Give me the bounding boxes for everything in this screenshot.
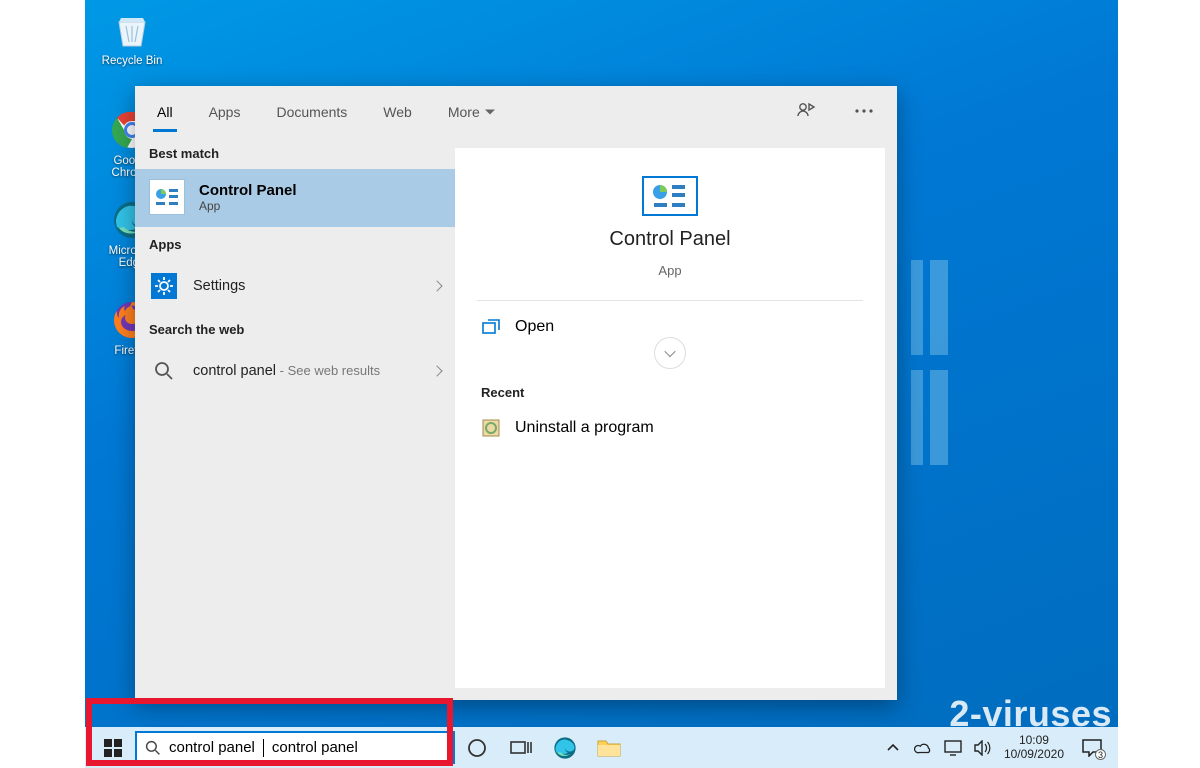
taskbar-app-edge[interactable] xyxy=(543,727,587,768)
feedback-button[interactable] xyxy=(789,94,823,128)
file-explorer-icon xyxy=(597,738,621,758)
system-tray: 10:09 10/09/2020 3 xyxy=(884,732,1112,764)
tray-onedrive[interactable] xyxy=(914,739,932,757)
preview-header: Control Panel App xyxy=(477,176,863,300)
preview-subtitle: App xyxy=(658,263,681,278)
edge-icon xyxy=(552,735,578,761)
taskbar-app-file-explorer[interactable] xyxy=(587,727,631,768)
cortana-icon xyxy=(467,738,487,758)
wallpaper-windows-logo-stripe xyxy=(911,260,923,355)
speaker-icon xyxy=(974,740,992,756)
clock-time: 10:09 xyxy=(1004,734,1064,748)
wallpaper-windows-logo-stripe xyxy=(911,370,923,465)
tray-input-indicator[interactable] xyxy=(944,739,962,757)
best-match-title: Control Panel xyxy=(199,182,297,199)
settings-icon xyxy=(149,271,179,301)
search-icon xyxy=(149,356,179,386)
feedback-icon xyxy=(796,101,816,121)
section-recent: Recent xyxy=(477,377,863,408)
task-view-icon xyxy=(510,739,532,757)
desktop-icon-label: Recycle Bin xyxy=(97,55,167,67)
tray-clock[interactable]: 10:09 10/09/2020 xyxy=(1004,734,1064,762)
search-icon xyxy=(145,740,161,756)
open-icon xyxy=(481,317,501,337)
action-center-button[interactable]: 3 xyxy=(1076,732,1108,764)
control-panel-icon xyxy=(149,179,185,215)
best-match-subtitle: App xyxy=(199,199,297,213)
result-label: Settings xyxy=(193,278,419,294)
preview-title: Control Panel xyxy=(609,228,730,251)
web-query-text: control panel xyxy=(193,363,276,379)
recycle-bin-icon xyxy=(110,8,154,52)
notification-badge: 3 xyxy=(1095,749,1106,760)
tab-all[interactable]: All xyxy=(151,90,179,132)
wallpaper-windows-logo-stripe xyxy=(930,260,948,355)
options-button[interactable] xyxy=(847,94,881,128)
start-search-panel: All Apps Documents Web More Best match C… xyxy=(135,86,897,700)
action-label: Open xyxy=(515,318,554,336)
chevron-right-icon xyxy=(431,280,442,291)
windows-logo-icon xyxy=(104,739,122,757)
chevron-down-icon xyxy=(485,110,495,120)
chevron-down-icon xyxy=(664,346,675,357)
search-tabs: All Apps Documents Web More xyxy=(135,86,897,136)
taskbar: control panel 10:09 10/09/2020 3 xyxy=(85,727,1118,768)
wallpaper-windows-logo-stripe xyxy=(930,370,948,465)
result-app-settings[interactable]: Settings xyxy=(135,260,455,312)
section-best-match: Best match xyxy=(135,136,455,169)
cortana-button[interactable] xyxy=(455,727,499,768)
text-caret xyxy=(263,739,264,757)
section-search-web: Search the web xyxy=(135,312,455,345)
taskbar-search-box[interactable]: control panel xyxy=(135,731,455,764)
monitor-icon xyxy=(944,740,962,756)
result-best-match-control-panel[interactable]: Control Panel App xyxy=(135,169,455,227)
tab-more-label: More xyxy=(448,104,480,120)
search-results-column: Best match Control Panel App Apps Settin… xyxy=(135,136,455,700)
programs-icon xyxy=(481,418,501,438)
ellipsis-icon xyxy=(855,109,873,113)
section-apps: Apps xyxy=(135,227,455,260)
tab-documents[interactable]: Documents xyxy=(270,90,353,132)
search-panel-body: Best match Control Panel App Apps Settin… xyxy=(135,136,897,700)
tab-more[interactable]: More xyxy=(442,90,501,132)
task-view-button[interactable] xyxy=(499,727,543,768)
desktop-icon-recycle-bin[interactable]: Recycle Bin xyxy=(97,8,167,67)
expand-button[interactable] xyxy=(654,337,686,369)
search-input-text: control panel xyxy=(169,739,255,756)
result-label: control panel - See web results xyxy=(193,363,419,379)
tab-web[interactable]: Web xyxy=(377,90,418,132)
clock-date: 10/09/2020 xyxy=(1004,748,1064,762)
search-preview-panel: Control Panel App Open Recent Uninstall … xyxy=(455,148,885,688)
tray-volume[interactable] xyxy=(974,739,992,757)
control-panel-icon xyxy=(642,176,698,216)
chevron-right-icon xyxy=(431,365,442,376)
recent-item-label: Uninstall a program xyxy=(515,419,654,437)
start-button[interactable] xyxy=(91,727,135,768)
chevron-up-icon xyxy=(887,742,899,754)
cloud-icon xyxy=(914,741,932,755)
result-web-control-panel[interactable]: control panel - See web results xyxy=(135,345,455,397)
tray-show-hidden[interactable] xyxy=(884,739,902,757)
web-query-hint: - See web results xyxy=(276,363,380,378)
search-input[interactable] xyxy=(272,739,445,756)
recent-item-uninstall-program[interactable]: Uninstall a program xyxy=(477,408,863,448)
tab-apps[interactable]: Apps xyxy=(203,90,247,132)
